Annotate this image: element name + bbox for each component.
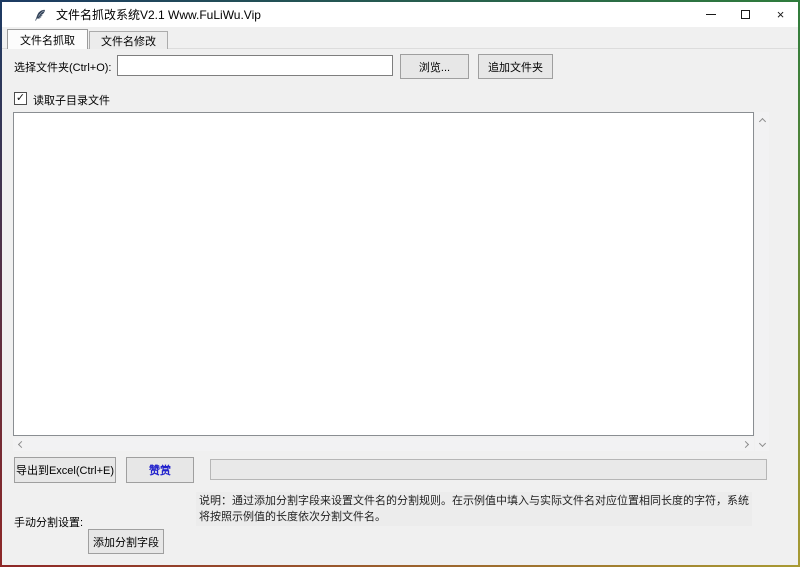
split-instructions-line1: 说明：通过添加分割字段来设置文件名的分割规则。在示例值中填入与实际文件名对应位置… bbox=[199, 493, 749, 509]
horizontal-scrollbar[interactable] bbox=[13, 438, 754, 451]
scroll-up-button[interactable] bbox=[755, 114, 769, 126]
tab-filename-grab[interactable]: 文件名抓取 bbox=[7, 29, 88, 49]
export-excel-button[interactable]: 导出到Excel(Ctrl+E) bbox=[14, 457, 116, 483]
close-button[interactable]: × bbox=[763, 2, 798, 27]
append-folder-button[interactable]: 追加文件夹 bbox=[478, 54, 553, 79]
scroll-down-button[interactable] bbox=[755, 438, 769, 450]
frame-edge-left bbox=[0, 0, 2, 567]
window-title: 文件名抓改系统V2.1 Www.FuLiWu.Vip bbox=[56, 6, 261, 23]
titlebar: 文件名抓改系统V2.1 Www.FuLiWu.Vip × bbox=[2, 2, 798, 27]
tab-filename-modify[interactable]: 文件名修改 bbox=[89, 31, 168, 49]
split-instructions-line2: 将按照示例值的长度依次分割文件名。 bbox=[199, 509, 749, 525]
scroll-left-button[interactable] bbox=[14, 438, 26, 451]
minimize-icon bbox=[706, 14, 716, 15]
file-listbox[interactable] bbox=[13, 112, 754, 436]
donate-button[interactable]: 赞赏 bbox=[126, 457, 194, 483]
maximize-icon bbox=[741, 10, 750, 19]
scroll-right-icon bbox=[742, 441, 749, 448]
close-icon: × bbox=[777, 8, 785, 21]
split-instructions: 说明：通过添加分割字段来设置文件名的分割规则。在示例值中填入与实际文件名对应位置… bbox=[196, 492, 752, 526]
browse-button[interactable]: 浏览... bbox=[400, 54, 469, 79]
window-controls: × bbox=[693, 2, 798, 27]
frame-edge-top bbox=[0, 0, 800, 2]
scroll-right-button[interactable] bbox=[741, 438, 753, 451]
minimize-button[interactable] bbox=[693, 2, 728, 27]
python-feather-icon bbox=[33, 7, 47, 23]
scroll-up-icon bbox=[758, 118, 765, 125]
folder-path-input[interactable] bbox=[117, 55, 393, 76]
app-window: 文件名抓改系统V2.1 Www.FuLiWu.Vip × 文件名抓取 文件名修改… bbox=[0, 0, 800, 567]
select-folder-label: 选择文件夹(Ctrl+O): bbox=[14, 59, 111, 75]
scroll-left-icon bbox=[18, 441, 25, 448]
read-subdirs-label: 读取子目录文件 bbox=[33, 92, 110, 108]
manual-split-label: 手动分割设置: bbox=[14, 514, 83, 530]
progress-bar bbox=[210, 459, 767, 480]
scroll-down-icon bbox=[758, 439, 765, 446]
check-icon: ✓ bbox=[16, 93, 25, 104]
vertical-scrollbar[interactable] bbox=[755, 112, 769, 451]
add-split-field-button[interactable]: 添加分割字段 bbox=[88, 529, 164, 554]
maximize-button[interactable] bbox=[728, 2, 763, 27]
read-subdirs-checkbox[interactable]: ✓ bbox=[14, 92, 27, 105]
